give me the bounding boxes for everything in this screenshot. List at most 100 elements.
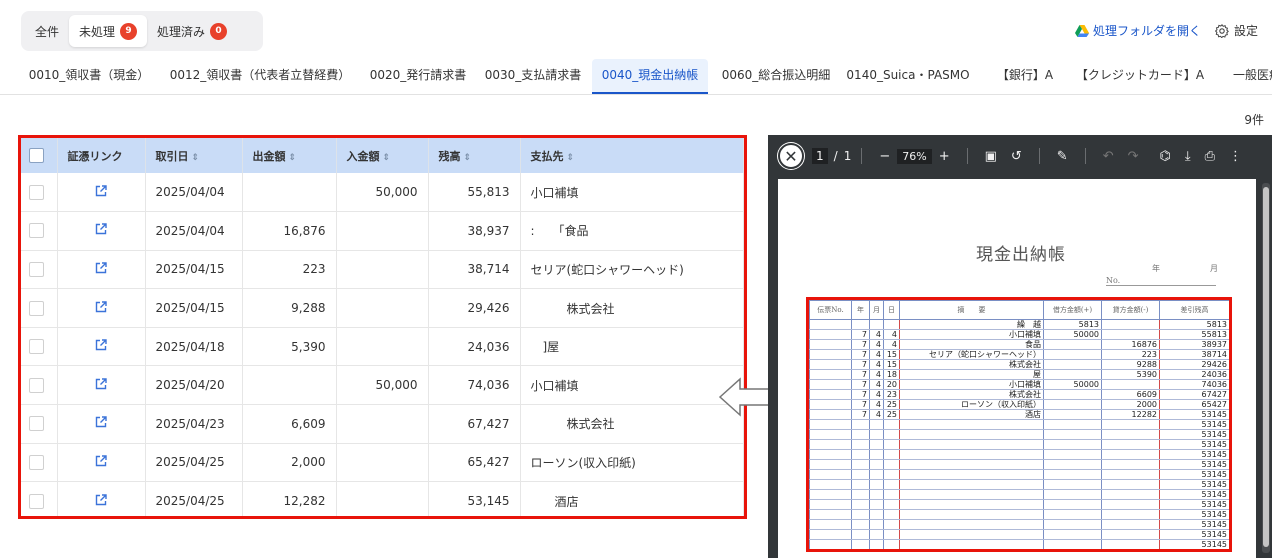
rotate-icon[interactable]: ↺: [1011, 149, 1022, 164]
sort-icon[interactable]: ⇕: [289, 153, 297, 163]
ledger-row: 53145: [809, 469, 1229, 480]
column-header-in[interactable]: 入金額 ⇕: [336, 138, 429, 173]
ledger-month-cell: [869, 489, 884, 500]
tab-medical[interactable]: 一般医療: [1222, 59, 1272, 94]
ledger-row: 7 4 25 ローソン（収入印紙） 2000 65427: [809, 399, 1229, 410]
tab-0060[interactable]: 0060_総合振込明細: [716, 59, 836, 94]
out-amount-cell: [242, 173, 337, 213]
ledger-debit-cell: [1043, 439, 1102, 450]
table-row[interactable]: 2025/04/15 9,288 29,426 株式会社: [21, 288, 744, 328]
row-checkbox[interactable]: [29, 377, 44, 393]
scrollbar-thumb[interactable]: [1263, 187, 1269, 547]
balance-cell: 24,036: [428, 327, 521, 367]
row-checkbox[interactable]: [29, 339, 44, 355]
tab-processed[interactable]: 処理済み 0: [147, 15, 237, 47]
external-link-icon[interactable]: [95, 223, 107, 235]
processed-count-badge: 0: [210, 22, 228, 40]
external-link-icon[interactable]: [95, 300, 107, 313]
ledger-year-cell: 7: [851, 339, 870, 350]
close-viewer-button[interactable]: ✕: [778, 143, 804, 169]
ledger-month-cell: [869, 459, 884, 470]
ledger-slip-cell: [809, 449, 852, 460]
ledger-day-cell: [883, 459, 900, 470]
external-link-icon[interactable]: [95, 378, 107, 390]
table-row[interactable]: 2025/04/18 5,390 24,036 ]屋: [21, 327, 744, 367]
undo-icon[interactable]: ↶: [1103, 149, 1114, 164]
tab-unprocessed[interactable]: 未処理 9: [69, 15, 148, 47]
row-checkbox[interactable]: [29, 300, 44, 316]
column-header-out[interactable]: 出金額 ⇕: [242, 138, 337, 173]
tab-credit-card-a[interactable]: 【クレジットカード】A: [1070, 59, 1210, 94]
unprocessed-count-badge: 9: [120, 22, 138, 40]
column-header-date[interactable]: 取引日 ⇕: [145, 138, 243, 173]
column-header-payee[interactable]: 支払先 ⇕: [520, 138, 744, 173]
row-checkbox[interactable]: [29, 223, 44, 239]
external-link-icon[interactable]: [95, 184, 107, 197]
external-link-icon[interactable]: [95, 339, 107, 351]
tab-0040[interactable]: 0040_現金出納帳: [592, 59, 708, 94]
tab-0030[interactable]: 0030_支払請求書: [478, 59, 588, 94]
table-row[interactable]: 2025/04/23 6,609 67,427 株式会社: [21, 404, 744, 444]
toolbar-divider: [861, 148, 863, 164]
table-row[interactable]: 2025/04/15 223 38,714 セリア(蛇口シャワーヘッド): [21, 250, 744, 290]
google-drive-icon: [1074, 24, 1089, 37]
redo-icon[interactable]: ↷: [1128, 149, 1139, 164]
ledger-debit-cell: [1043, 429, 1102, 440]
sort-icon[interactable]: ⇕: [464, 153, 472, 163]
row-checkbox[interactable]: [29, 261, 44, 277]
external-link-icon[interactable]: [95, 262, 107, 274]
row-checkbox[interactable]: [29, 184, 44, 200]
zoom-level[interactable]: 76%: [897, 148, 932, 164]
zoom-out-icon[interactable]: −: [879, 149, 890, 164]
external-link-icon[interactable]: [95, 416, 107, 428]
tab-0010[interactable]: 0010_領収書（現金）: [24, 59, 154, 94]
ledger-balance-cell: 53145: [1159, 499, 1229, 510]
row-checkbox[interactable]: [29, 493, 44, 509]
table-row[interactable]: 2025/04/04 50,000 55,813 小口補填: [21, 173, 744, 213]
external-link-icon[interactable]: [95, 455, 107, 467]
ledger-credit-cell: 6609: [1101, 389, 1160, 400]
ledger-credit-cell: 223: [1101, 349, 1160, 360]
select-all-checkbox[interactable]: [29, 148, 44, 163]
download-icon[interactable]: ⤓: [1185, 149, 1191, 164]
table-row[interactable]: 2025/04/20 50,000 74,036 小口補填: [21, 365, 744, 406]
document-year-label: 年: [1152, 264, 1160, 273]
fit-page-icon[interactable]: ▣: [985, 149, 997, 164]
ledger-credit-cell: [1101, 499, 1160, 510]
sort-icon[interactable]: ⇕: [383, 153, 391, 163]
column-header-balance[interactable]: 残高 ⇕: [428, 138, 521, 173]
balance-cell: 38,714: [428, 250, 521, 290]
tab-0012[interactable]: 0012_領収書（代表者立替経費）: [165, 59, 355, 94]
sort-icon[interactable]: ⇕: [192, 153, 200, 163]
settings-button[interactable]: 設定: [1214, 22, 1258, 39]
ledger-slip-cell: [809, 469, 852, 480]
tab-bank-a[interactable]: 【銀行】A: [988, 59, 1062, 94]
more-options-icon[interactable]: ⋮: [1229, 149, 1242, 164]
open-folder-label: 処理フォルダを開く: [1092, 24, 1201, 38]
viewer-scrollbar[interactable]: [1262, 183, 1270, 553]
balance-cell: 29,426: [428, 288, 521, 328]
date-cell: 2025/04/20: [145, 365, 243, 406]
row-checkbox[interactable]: [29, 454, 44, 470]
table-row[interactable]: 2025/04/25 2,000 65,427 ローソン(収入印紙): [21, 443, 744, 483]
zoom-in-icon[interactable]: +: [939, 149, 950, 164]
annotate-icon[interactable]: ✎: [1057, 149, 1068, 164]
row-checkbox[interactable]: [29, 416, 44, 432]
print-icon[interactable]: ⎙: [1205, 149, 1215, 164]
highlight-icon[interactable]: ⌬: [1160, 149, 1171, 164]
page-number-input[interactable]: 1: [812, 148, 828, 164]
status-tabs: 全件 未処理 9 処理済み 0: [21, 11, 263, 51]
date-cell: 2025/04/15: [145, 288, 243, 328]
external-link-icon[interactable]: [95, 493, 107, 506]
tab-0020[interactable]: 0020_発行請求書: [362, 59, 474, 94]
sort-icon[interactable]: ⇕: [567, 153, 575, 163]
open-folder-link[interactable]: 処理フォルダを開く: [1074, 22, 1201, 39]
table-row[interactable]: 2025/04/25 12,282 53,145 酒店: [21, 481, 744, 516]
ledger-credit-cell: [1101, 439, 1160, 450]
ledger-year-cell: [851, 509, 870, 520]
ledger-month-cell: [869, 519, 884, 530]
ledger-row: 7 4 15 セリア（蛇口シャワーヘッド） 223 38714: [809, 349, 1229, 360]
tab-0140[interactable]: 0140_Suica・PASMO: [845, 59, 971, 94]
table-row[interactable]: 2025/04/04 16,876 38,937: 「食品: [21, 211, 744, 251]
tab-all[interactable]: 全件: [25, 15, 69, 47]
